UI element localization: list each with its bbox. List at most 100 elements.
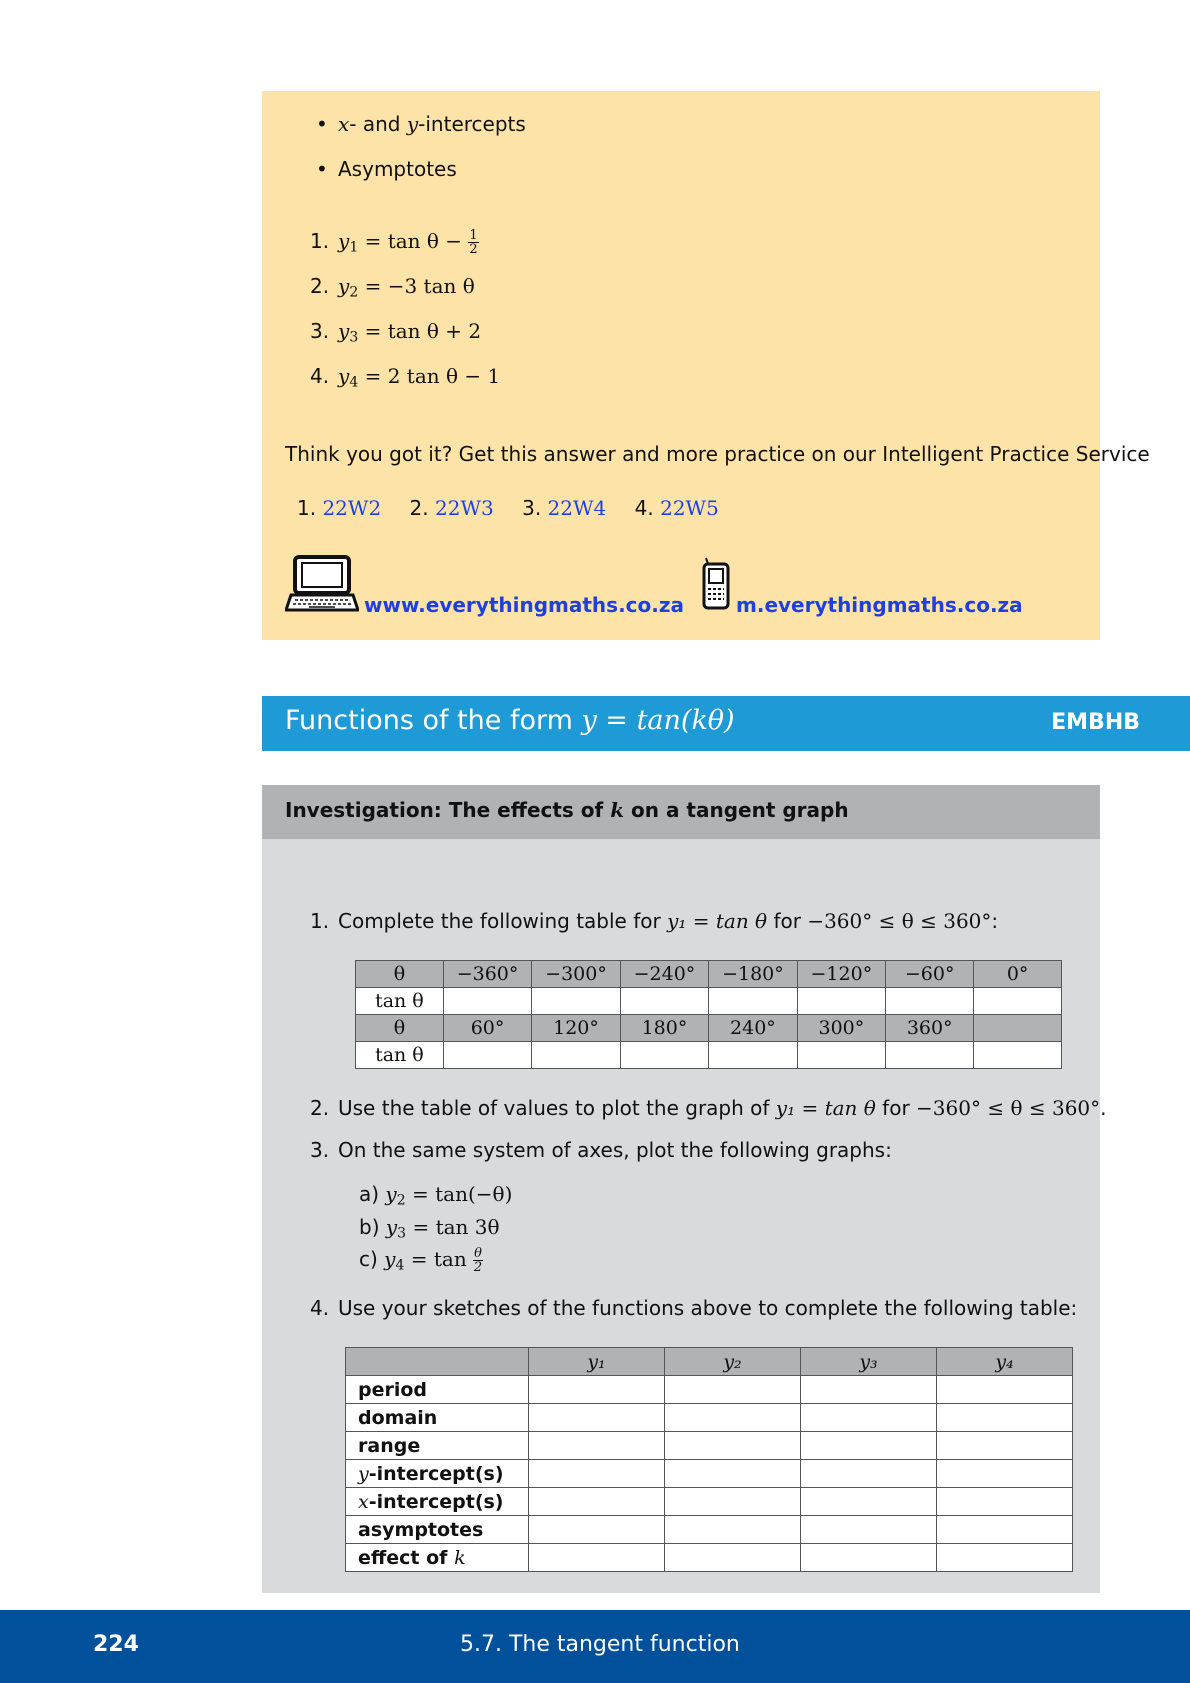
answer-link-1[interactable]: 22W2	[322, 496, 381, 520]
step-2: 2. Use the table of values to plot the gr…	[310, 1096, 1107, 1120]
exercise-box: x- and y-intercepts Asymptotes 1.y1 = ta…	[262, 91, 1150, 640]
answer-cell[interactable]	[664, 1403, 801, 1432]
answer-cell[interactable]	[973, 1041, 1062, 1069]
problem-1: 1. y1 = tan θ − 12	[310, 228, 479, 257]
answer-cell[interactable]	[664, 1515, 801, 1544]
row-label: y-intercept(s)	[345, 1459, 529, 1488]
answer-cell[interactable]	[885, 987, 975, 1015]
answer-cell[interactable]	[708, 1041, 798, 1069]
investigation-box: Investigation: The effects of k on a tan…	[262, 785, 1107, 1593]
problem-4: 4. y4 = 2 tan θ − 1	[310, 364, 501, 391]
investigation-title: Investigation: The effects of k on a tan…	[285, 798, 849, 822]
answer-cell[interactable]	[708, 987, 798, 1015]
table-header-row: y₁ y₂ y₃ y₄	[345, 1347, 1073, 1376]
bullet-intercepts: x- and y-intercepts	[316, 109, 526, 154]
answer-cell[interactable]	[664, 1375, 801, 1404]
sub-step-b: b) y3 = tan 3θ	[359, 1215, 500, 1242]
answer-cell[interactable]	[800, 1515, 937, 1544]
answer-cell[interactable]	[664, 1431, 801, 1460]
table-row: period	[345, 1375, 1073, 1404]
answer-cell[interactable]	[800, 1431, 937, 1460]
practice-text: Think you got it? Get this answer and mo…	[285, 442, 1150, 466]
table-row: tan θ	[355, 1041, 1062, 1069]
answer-cell[interactable]	[528, 1431, 665, 1460]
column-header: y₃	[800, 1347, 937, 1376]
answer-cell[interactable]	[442, 1041, 533, 1069]
mobile-link[interactable]: m.everythingmaths.co.za	[736, 593, 1023, 617]
answer-cell[interactable]	[442, 987, 533, 1015]
answer-cell[interactable]	[936, 1487, 1073, 1516]
column-header: y₄	[936, 1347, 1073, 1376]
answer-cell[interactable]	[528, 1459, 665, 1488]
answer-cell[interactable]	[973, 987, 1062, 1015]
table-row: domain	[345, 1403, 1073, 1432]
answer-cell[interactable]	[885, 1041, 975, 1069]
answer-link-4[interactable]: 22W5	[660, 496, 719, 520]
fraction: θ2	[473, 1246, 483, 1275]
sub-step-a: a) y2 = tan(−θ)	[359, 1182, 513, 1209]
answer-cell[interactable]	[800, 1403, 937, 1432]
answer-link-2[interactable]: 22W3	[435, 496, 494, 520]
answer-cell[interactable]	[796, 987, 887, 1015]
section-code: EMBHB	[1051, 710, 1140, 735]
laptop-icon	[285, 555, 359, 612]
answer-cell[interactable]	[664, 1543, 801, 1572]
answer-cell[interactable]	[800, 1375, 937, 1404]
answer-cell[interactable]	[531, 1041, 621, 1069]
answer-cell[interactable]	[800, 1487, 937, 1516]
answer-cell[interactable]	[796, 1041, 887, 1069]
step-1: 1. Complete the following table for y₁ = …	[310, 909, 999, 933]
row-label: range	[345, 1431, 529, 1460]
fraction: 12	[468, 228, 479, 257]
answer-cell[interactable]	[800, 1459, 937, 1488]
problem-list: 1. y1 = tan θ − 12 2. y2 = −3 tan θ 3. y3 =…	[310, 226, 500, 406]
table-row: effect of k	[345, 1543, 1073, 1572]
answer-cell[interactable]	[528, 1375, 665, 1404]
table-row: asymptotes	[345, 1515, 1073, 1544]
step-3: 3. On the same system of axes, plot the f…	[310, 1138, 892, 1162]
answer-cell[interactable]	[531, 987, 621, 1015]
answer-cell[interactable]	[528, 1515, 665, 1544]
answer-link-3[interactable]: 22W4	[548, 496, 607, 520]
mobile-phone-icon	[702, 557, 730, 610]
website-link[interactable]: www.everythingmaths.co.za	[364, 593, 684, 617]
table-row: tan θ	[355, 987, 1062, 1015]
row-label: domain	[345, 1403, 529, 1432]
sub-step-c: c) y4 = tan θ2	[359, 1246, 483, 1275]
page-footer: 224 5.7. The tangent function	[0, 1610, 1190, 1683]
properties-table: y₁ y₂ y₃ y₄ period domain range y-interc…	[345, 1347, 1073, 1572]
table-row: y-intercept(s)	[345, 1459, 1073, 1488]
answer-cell[interactable]	[619, 1041, 710, 1069]
answer-cell[interactable]	[528, 1543, 665, 1572]
answer-cell[interactable]	[936, 1375, 1073, 1404]
table-row: θ 60° 120° 180° 240° 300° 360°	[355, 1014, 1062, 1042]
section-header: Functions of the form y = tan(kθ) EMBHB	[262, 696, 1190, 751]
answer-cell[interactable]	[528, 1403, 665, 1432]
table-row: θ −360° −300° −240° −180° −120° −60° 0°	[355, 960, 1062, 988]
answer-cell[interactable]	[936, 1403, 1073, 1432]
bullet-list: x- and y-intercepts Asymptotes	[316, 109, 526, 199]
page-number: 224	[93, 1632, 139, 1657]
values-table: θ −360° −300° −240° −180° −120° −60° 0° …	[355, 960, 1062, 1069]
row-label: tan θ	[355, 987, 444, 1015]
row-label: tan θ	[355, 1041, 444, 1069]
investigation-header: Investigation: The effects of k on a tan…	[262, 785, 1100, 839]
table-row: range	[345, 1431, 1073, 1460]
answer-cell[interactable]	[800, 1543, 937, 1572]
answer-cell[interactable]	[936, 1515, 1073, 1544]
column-header: y₂	[664, 1347, 801, 1376]
problem-3: 3. y3 = tan θ + 2	[310, 319, 482, 346]
step-4: 4. Use your sketches of the functions abo…	[310, 1296, 1078, 1320]
answer-cell[interactable]	[936, 1459, 1073, 1488]
answer-cell[interactable]	[936, 1543, 1073, 1572]
row-label: x-intercept(s)	[345, 1487, 529, 1516]
answer-cell[interactable]	[664, 1487, 801, 1516]
answer-cell[interactable]	[936, 1431, 1073, 1460]
bullet-asymptotes: Asymptotes	[316, 154, 526, 199]
answer-cell[interactable]	[664, 1459, 801, 1488]
row-label: θ	[355, 1014, 444, 1042]
row-label: effect of k	[345, 1543, 529, 1572]
answer-cell[interactable]	[619, 987, 710, 1015]
row-label: asymptotes	[345, 1515, 529, 1544]
answer-cell[interactable]	[528, 1487, 665, 1516]
